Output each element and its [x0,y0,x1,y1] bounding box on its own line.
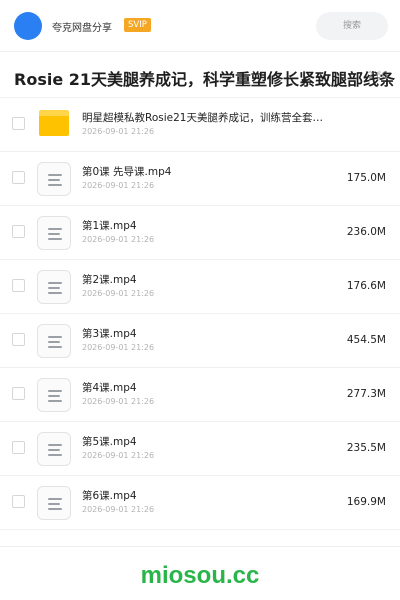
file-size: 175.0M [346,172,386,184]
search-button[interactable]: 搜索 [316,12,388,40]
share-page: 夸克网盘分享 SVIP 搜索 Rosie 21天美腿养成记，科学重塑修长紧致腿部… [0,0,400,600]
row-checkbox[interactable] [12,279,25,292]
header: 夸克网盘分享 SVIP 搜索 [0,0,400,52]
file-size: 277.3M [346,388,386,400]
file-date: 2026-09-01 21:26 [82,505,155,514]
row-checkbox[interactable] [12,171,25,184]
file-name: 第3课.mp4 [82,328,137,340]
file-row[interactable]: 第6课.mp4 2026-09-01 21:26 169.9M [0,476,400,530]
file-row-folder[interactable]: 明星超模私教Rosie21天美腿养成记，训练营全套… 2026-09-01 21… [0,98,400,152]
file-size: 176.6M [346,280,386,292]
video-file-icon [37,216,71,250]
video-file-icon [37,378,71,412]
file-name: 第6课.mp4 [82,490,137,502]
svip-badge: SVIP [124,18,151,32]
file-date: 2026-09-01 21:26 [82,127,155,136]
bottom-divider [0,546,400,547]
row-divider [0,529,400,530]
video-file-icon [37,270,71,304]
file-name: 第1课.mp4 [82,220,137,232]
video-file-icon [37,324,71,358]
file-date: 2026-09-01 21:26 [82,397,155,406]
video-file-icon [37,162,71,196]
file-date: 2026-09-01 21:26 [82,181,155,190]
file-name: 第5课.mp4 [82,436,137,448]
file-row[interactable]: 第5课.mp4 2026-09-01 21:26 235.5M [0,422,400,476]
file-name: 第4课.mp4 [82,382,137,394]
file-row[interactable]: 第1课.mp4 2026-09-01 21:26 236.0M [0,206,400,260]
file-date: 2026-09-01 21:26 [82,235,155,244]
file-name: 第2课.mp4 [82,274,137,286]
file-size: 454.5M [346,334,386,346]
avatar[interactable] [14,12,42,40]
row-checkbox[interactable] [12,333,25,346]
file-date: 2026-09-01 21:26 [82,451,155,460]
file-size: 236.0M [346,226,386,238]
file-date: 2026-09-01 21:26 [82,289,155,298]
row-checkbox[interactable] [12,117,25,130]
row-checkbox[interactable] [12,225,25,238]
row-checkbox[interactable] [12,441,25,454]
file-size: 235.5M [346,442,386,454]
file-row[interactable]: 第4课.mp4 2026-09-01 21:26 277.3M [0,368,400,422]
page-title: Rosie 21天美腿养成记，科学重塑修长紧致腿部线条 [14,70,396,89]
file-size: 169.9M [346,496,386,508]
folder-icon [39,110,69,136]
file-row[interactable]: 第0课 先导课.mp4 2026-09-01 21:26 175.0M [0,152,400,206]
file-date: 2026-09-01 21:26 [82,343,155,352]
video-file-icon [37,432,71,466]
app-title: 夸克网盘分享 [52,23,112,34]
file-name: 第0课 先导课.mp4 [82,166,172,178]
file-name: 明星超模私教Rosie21天美腿养成记，训练营全套… [82,112,323,124]
share-title-row: Rosie 21天美腿养成记，科学重塑修长紧致腿部线条 2.6G [14,64,396,90]
row-checkbox[interactable] [12,387,25,400]
video-file-icon [37,486,71,520]
header-divider [0,51,400,52]
total-size: 2.6G [368,71,389,81]
row-checkbox[interactable] [12,495,25,508]
file-row[interactable]: 第2课.mp4 2026-09-01 21:26 176.6M [0,260,400,314]
file-row[interactable]: 第3课.mp4 2026-09-01 21:26 454.5M [0,314,400,368]
watermark-text: miosou.cc [140,562,260,589]
